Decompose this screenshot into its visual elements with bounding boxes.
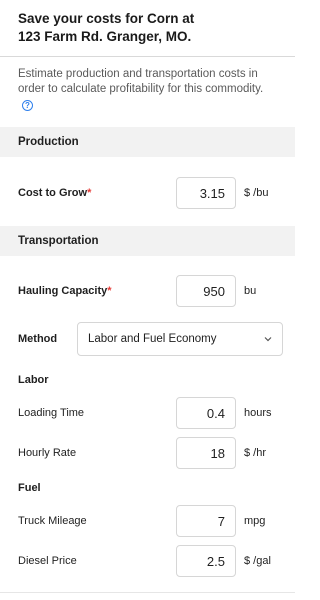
loading-time-input[interactable] (176, 397, 236, 429)
method-selected-value: Labor and Fuel Economy (88, 333, 217, 345)
required-marker: * (107, 285, 112, 297)
section-transportation: Transportation (0, 226, 295, 256)
page-title-line1: Save your costs for Corn at (18, 11, 195, 26)
cost-to-grow-unit: $ /bu (244, 187, 269, 199)
method-select[interactable]: Labor and Fuel Economy (77, 322, 283, 356)
hauling-capacity-input[interactable] (176, 275, 236, 307)
truck-mileage-label: Truck Mileage (18, 515, 87, 527)
cost-to-grow-row: Cost to Grow* $ /bu (0, 177, 295, 209)
diesel-price-unit: $ /gal (244, 555, 271, 567)
labor-heading: Labor (18, 374, 49, 386)
page-title-line2: 123 Farm Rd. Granger, MO. (18, 29, 192, 44)
diesel-price-label: Diesel Price (18, 555, 77, 567)
header: Save your costs for Corn at 123 Farm Rd.… (0, 0, 295, 56)
hauling-capacity-label: Hauling Capacity* (18, 285, 112, 297)
truck-mileage-unit: mpg (244, 515, 266, 527)
intro-text: Estimate production and transportation c… (18, 68, 264, 95)
hourly-rate-unit: $ /hr (244, 447, 267, 459)
truck-mileage-input[interactable] (176, 505, 236, 537)
hourly-rate-input[interactable] (176, 437, 236, 469)
diesel-price-input[interactable] (176, 545, 236, 577)
loading-time-unit: hours (244, 407, 272, 419)
hourly-rate-label: Hourly Rate (18, 447, 77, 459)
method-label: Method (18, 333, 58, 345)
hauling-capacity-row: Hauling Capacity* bu (0, 275, 295, 307)
fuel-heading: Fuel (18, 482, 41, 494)
cost-to-grow-label: Cost to Grow* (18, 187, 92, 199)
cost-estimator-panel: Save your costs for Corn at 123 Farm Rd.… (0, 0, 295, 600)
cost-to-grow-input[interactable] (176, 177, 236, 209)
section-production: Production (0, 127, 295, 157)
method-row: Method Labor and Fuel Economy (0, 322, 295, 356)
help-icon[interactable]: ? (22, 100, 33, 111)
loading-time-row: Loading Time hours (0, 397, 295, 429)
hourly-rate-row: Hourly Rate $ /hr (0, 437, 295, 469)
truck-mileage-row: Truck Mileage mpg (0, 505, 295, 537)
chevron-down-icon (264, 337, 272, 342)
hauling-capacity-unit: bu (244, 285, 257, 297)
required-marker: * (87, 187, 92, 199)
bottom-divider (0, 592, 295, 593)
intro-text-block: Estimate production and transportation c… (0, 57, 295, 127)
diesel-price-row: Diesel Price $ /gal (0, 545, 295, 577)
loading-time-label: Loading Time (18, 407, 85, 419)
